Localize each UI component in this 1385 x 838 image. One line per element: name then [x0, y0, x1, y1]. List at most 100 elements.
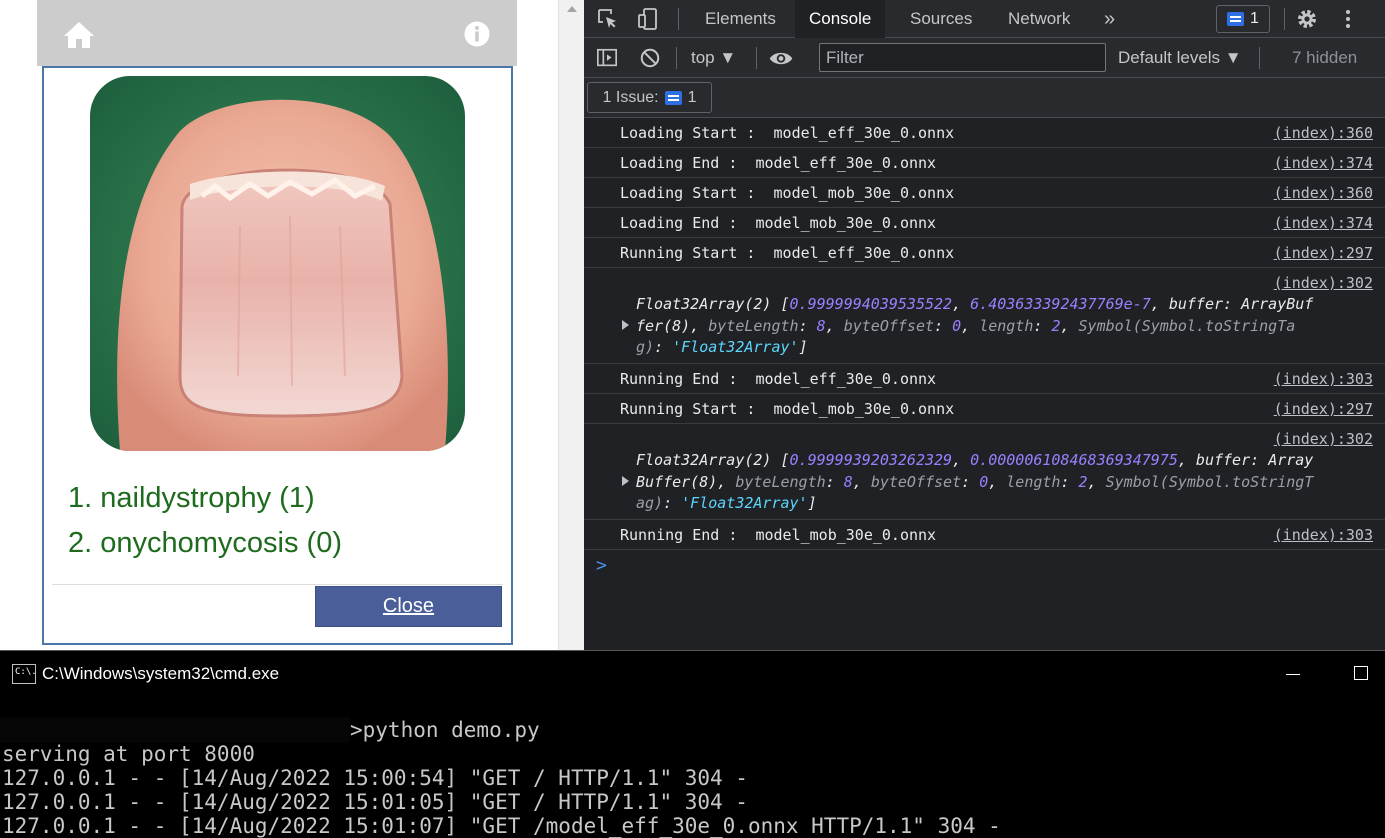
symbol-text: ag) [636, 494, 664, 512]
cmd-line: 127.0.0.1 - - [14/Aug/2022 15:01:07] "GE… [2, 814, 1001, 838]
nail-photo [90, 76, 465, 451]
more-tabs-icon[interactable]: » [1090, 0, 1129, 38]
console-message: Running Start : model_eff_30e_0.onnx (in… [584, 238, 1385, 268]
array-value: 6.403633392437769e-7 [970, 295, 1151, 313]
tab-console[interactable]: Console [795, 0, 886, 39]
source-link[interactable]: (index):374 [1274, 208, 1373, 238]
maximize-icon[interactable] [1354, 666, 1368, 680]
web-app-pane: 1. naildystrophy (1) 2. onychomycosis (0… [0, 0, 558, 650]
result-item-1: 1. naildystrophy (1) [68, 482, 315, 514]
device-toolbar-icon[interactable] [636, 7, 660, 31]
array-value: 0.9999939203262329 [789, 451, 953, 469]
devtools-tabbar: Elements Console Sources Network » 1 [584, 0, 1385, 39]
array-value: 0.9999994039535522 [789, 295, 953, 313]
console-message: Loading End : model_mob_30e_0.onnx (inde… [584, 208, 1385, 238]
console-message-text: Loading End : model_eff_30e_0.onnx [620, 154, 937, 172]
tag-value: 'Float32Array' [681, 494, 808, 512]
array-value: 0.000006108468369347975 [970, 451, 1178, 469]
toolbar-separator [1259, 47, 1260, 69]
issues-button-count: 1 [687, 88, 697, 106]
modal-divider [52, 584, 503, 585]
console-array-message: (index):302 Float32Array(2) [0.999999403… [584, 268, 1385, 364]
issues-label: 1 Issue: [602, 88, 659, 106]
app-header [37, 0, 517, 66]
cmd-line: serving at port 8000 [2, 742, 255, 766]
cmd-window-title: C:\Windows\system32\cmd.exe [42, 664, 280, 683]
console-message-text: Loading Start : model_eff_30e_0.onnx [620, 124, 955, 142]
scroll-up-arrow-icon[interactable] [567, 6, 577, 12]
result-modal: 1. naildystrophy (1) 2. onychomycosis (0… [42, 66, 513, 645]
cmd-output[interactable]: >python demo.py serving at port 8000 127… [0, 696, 1385, 838]
source-link[interactable]: (index):374 [1274, 148, 1373, 178]
toolbar-separator [1284, 8, 1285, 30]
live-expression-eye-icon[interactable] [768, 50, 794, 67]
close-button[interactable]: Close [315, 586, 502, 627]
log-levels-dropdown[interactable]: Default levels ▼ [1118, 38, 1242, 78]
home-icon[interactable] [62, 20, 96, 50]
toolbar-separator [756, 47, 757, 69]
tab-elements[interactable]: Elements [691, 0, 790, 38]
message-icon [1227, 12, 1245, 26]
more-options-icon[interactable] [1336, 7, 1360, 31]
source-link[interactable]: (index):303 [1274, 520, 1373, 550]
buffer-text: ArrayBuf [1241, 295, 1314, 313]
issues-button[interactable]: 1 Issue: 1 [587, 82, 712, 113]
tab-network[interactable]: Network [994, 0, 1084, 38]
source-link[interactable]: (index):360 [1274, 178, 1373, 208]
issues-counter-button[interactable]: 1 [1216, 5, 1270, 33]
console-message: Running Start : model_mob_30e_0.onnx (in… [584, 394, 1385, 424]
expand-triangle-icon[interactable] [622, 320, 629, 330]
source-link[interactable]: (index):360 [1274, 118, 1373, 148]
console-message: Loading Start : model_eff_30e_0.onnx (in… [584, 118, 1385, 148]
console-message-text: Running End : model_eff_30e_0.onnx [620, 370, 937, 388]
minimize-icon[interactable] [1286, 674, 1300, 675]
context-selector[interactable]: top ▼ [691, 38, 736, 78]
filter-input[interactable] [819, 43, 1106, 72]
tab-sources[interactable]: Sources [896, 0, 986, 38]
console-message-text: Running End : model_mob_30e_0.onnx [620, 526, 937, 544]
issues-count: 1 [1250, 10, 1259, 27]
symbol-text: g) [636, 338, 655, 356]
redacted-path [0, 717, 350, 743]
console-message-text: Loading Start : model_mob_30e_0.onnx [620, 184, 955, 202]
cmd-icon-text: C:\. [15, 667, 37, 677]
source-link[interactable]: (index):297 [1274, 394, 1373, 424]
inspect-element-icon[interactable] [596, 7, 620, 31]
cmd-line: >python demo.py [350, 718, 540, 742]
cmd-line: 127.0.0.1 - - [14/Aug/2022 15:00:54] "GE… [2, 766, 748, 790]
array-preview[interactable]: Float32Array(2) [0.9999994039535522, 6.4… [636, 294, 1313, 359]
hidden-count: 7 hidden [1292, 48, 1358, 67]
message-icon [664, 90, 682, 105]
sidebar-toggle-icon[interactable] [595, 47, 619, 69]
console-message-text: Loading End : model_mob_30e_0.onnx [620, 214, 937, 232]
source-link[interactable]: (index):303 [1274, 364, 1373, 394]
settings-gear-icon[interactable] [1295, 7, 1319, 31]
tag-value: 'Float32Array' [672, 338, 799, 356]
expand-triangle-icon[interactable] [622, 476, 629, 486]
buffer-text: fer(8) [636, 316, 691, 335]
toolbar-separator [676, 47, 677, 69]
source-link[interactable]: (index):297 [1274, 238, 1373, 268]
array-preview[interactable]: Float32Array(2) [0.9999939203262329, 0.0… [636, 450, 1313, 515]
console-message-text: Running Start : model_eff_30e_0.onnx [620, 244, 955, 262]
console-message: Loading Start : model_mob_30e_0.onnx (in… [584, 178, 1385, 208]
console-message: Running End : model_mob_30e_0.onnx (inde… [584, 520, 1385, 550]
console-prompt-icon[interactable]: > [596, 555, 607, 576]
buffer-text: Buffer(8) [636, 472, 718, 491]
console-toolbar: top ▼ Default levels ▼ 7 hidden [584, 38, 1385, 78]
result-item-2: 2. onychomycosis (0) [68, 527, 342, 559]
console-array-message: (index):302 Float32Array(2) [0.999993920… [584, 424, 1385, 520]
result-list: 1. naildystrophy (1) 2. onychomycosis (0… [68, 476, 342, 566]
page-scrollbar[interactable] [558, 0, 584, 650]
devtools-panel: Elements Console Sources Network » 1 top… [584, 0, 1385, 650]
buffer-text: Array [1268, 451, 1314, 469]
console-message-text: Running Start : model_mob_30e_0.onnx [620, 400, 955, 418]
console-message: Running End : model_eff_30e_0.onnx (inde… [584, 364, 1385, 394]
info-icon[interactable] [464, 21, 490, 47]
cmd-titlebar[interactable]: C:\. C:\Windows\system32\cmd.exe [0, 650, 1385, 696]
clear-console-icon[interactable] [639, 47, 661, 69]
symbol-text: Symbol(Symbol.toStringTa [1078, 316, 1296, 335]
cmd-window: C:\. C:\Windows\system32\cmd.exe >python… [0, 650, 1385, 838]
cmd-app-icon: C:\. [12, 664, 37, 684]
console-messages: Loading Start : model_eff_30e_0.onnx (in… [584, 118, 1385, 550]
